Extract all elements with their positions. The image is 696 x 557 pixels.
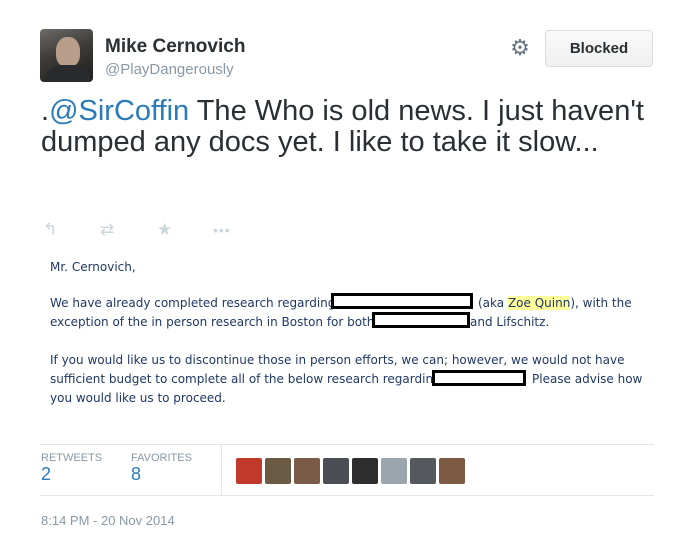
avatar[interactable] xyxy=(40,29,93,82)
doc-highlighted-name: Zoe Quinn xyxy=(507,296,571,310)
favoriter-avatar[interactable] xyxy=(265,458,291,484)
stats-divider-vertical xyxy=(221,445,222,495)
author-name[interactable]: Mike Cernovich xyxy=(105,36,245,58)
favoriter-avatars xyxy=(236,458,465,484)
retweets-label[interactable]: RETWEETS xyxy=(41,452,102,464)
doc-p1-line2: exception of the in person research in B… xyxy=(50,315,374,329)
tweet-mention[interactable]: @SirCoffin xyxy=(49,95,189,127)
more-icon[interactable]: ••• xyxy=(213,220,231,240)
tweet-text: .@SirCoffin The Who is old news. I just … xyxy=(41,96,661,158)
favoriter-avatar[interactable] xyxy=(236,458,262,484)
doc-text: We have already completed research regar… xyxy=(50,296,336,310)
blocked-button[interactable]: Blocked xyxy=(545,30,653,67)
favoriter-avatar[interactable] xyxy=(294,458,320,484)
doc-p2-line3: you would like us to proceed. xyxy=(50,391,226,405)
doc-text: (aka xyxy=(478,296,508,310)
doc-text: exception of the in person research in B… xyxy=(50,315,375,329)
redaction-box xyxy=(331,293,473,309)
redaction-box xyxy=(372,312,470,328)
favoriter-avatar[interactable] xyxy=(439,458,465,484)
stats-divider-top xyxy=(40,444,654,445)
doc-p2-line2-tail: Please advise how xyxy=(532,372,643,386)
favoriter-avatar[interactable] xyxy=(323,458,349,484)
doc-p2-line2: sufficient budget to complete all of the… xyxy=(50,372,441,386)
retweet-icon[interactable]: ⇄ xyxy=(100,220,114,240)
avatar-shirt xyxy=(46,65,90,82)
retweets-count[interactable]: 2 xyxy=(41,464,51,485)
favorites-count[interactable]: 8 xyxy=(131,464,141,485)
doc-p2-line1: If you would like us to discontinue thos… xyxy=(50,353,625,367)
avatar-face xyxy=(56,37,80,67)
doc-p1-line1: We have already completed research regar… xyxy=(50,296,335,310)
favoriter-avatar[interactable] xyxy=(352,458,378,484)
favorite-icon[interactable]: ★ xyxy=(157,220,172,240)
tweet-timestamp[interactable]: 8:14 PM - 20 Nov 2014 xyxy=(41,513,175,528)
doc-text: sufficient budget to complete all of the… xyxy=(50,372,441,386)
reply-icon[interactable]: ↰ xyxy=(43,220,57,240)
doc-p1-line1-tail: (aka Zoe Quinn), with the xyxy=(478,296,632,310)
favorites-label[interactable]: FAVORITES xyxy=(131,452,192,464)
redaction-box xyxy=(432,370,526,386)
author-handle[interactable]: @PlayDangerously xyxy=(105,61,234,78)
attached-document-image[interactable]: Mr. Cernovich, We have already completed… xyxy=(38,248,658,418)
favoriter-avatar[interactable] xyxy=(381,458,407,484)
doc-text: ), with the xyxy=(570,296,632,310)
tweet-prefix: . xyxy=(41,95,50,127)
favoriter-avatar[interactable] xyxy=(410,458,436,484)
stats-divider-bottom xyxy=(40,495,654,496)
gear-icon[interactable]: ⚙ xyxy=(508,35,532,60)
doc-salutation: Mr. Cernovich, xyxy=(50,260,136,274)
doc-p1-line2-tail: and Lifschitz. xyxy=(470,315,550,329)
